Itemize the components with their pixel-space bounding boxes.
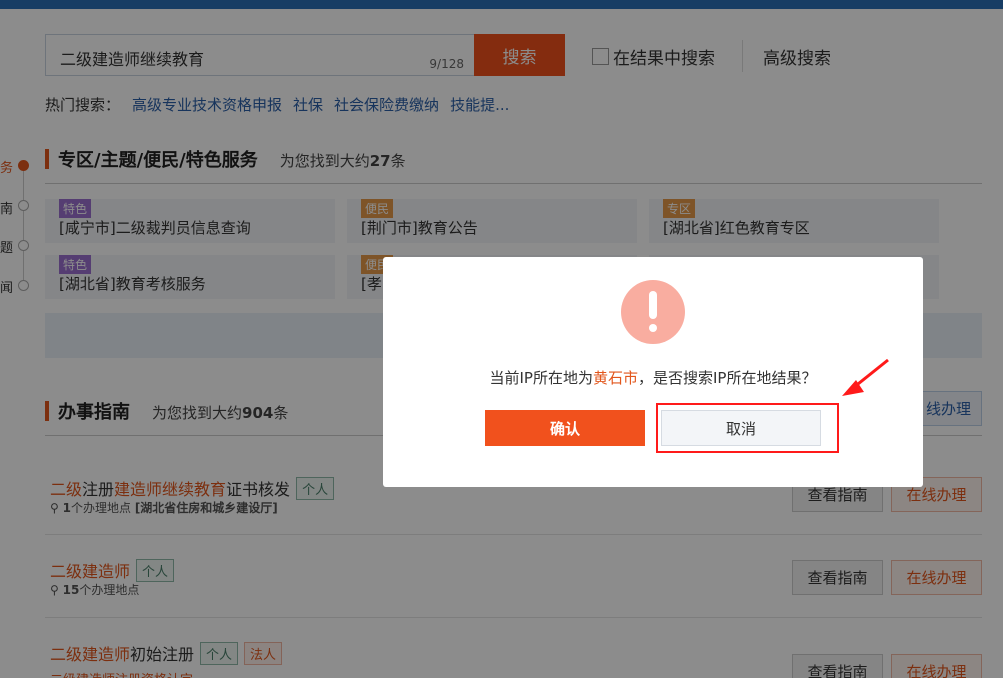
annotation-arrow-icon — [842, 358, 889, 396]
